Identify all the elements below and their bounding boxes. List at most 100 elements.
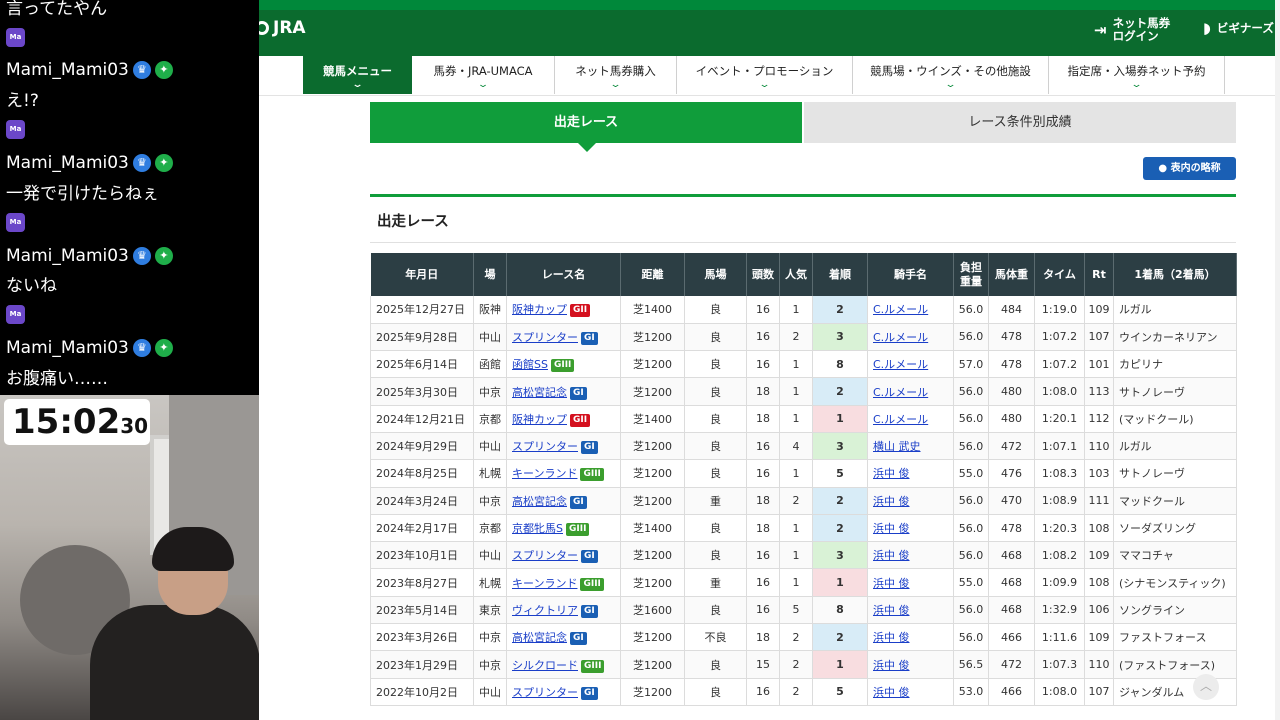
table-row: 2024年9月29日 中山 スプリンター GI 芝1200 良 16 4 3 横山 武史 56.0 4… [370,432,1237,461]
winner-cell: サトノレーヴ [1113,377,1237,406]
star-icon: ✦ [154,339,173,357]
chat-username: Mami_Mami03 ♛ ✦ [6,338,173,358]
race-link[interactable]: スプリンター [512,440,578,453]
jockey-link[interactable]: C.ルメール [873,358,928,371]
winner-cell: (ファストフォース) [1113,650,1237,679]
race-link[interactable]: 高松宮記念 [512,386,567,399]
race-link[interactable]: ヴィクトリア [512,604,578,617]
winner-cell: ルガル [1113,296,1237,324]
timer-main: 15:02 [12,402,121,442]
jockey-link[interactable]: C.ルメール [873,303,928,316]
jockey-link[interactable]: 浜中 俊 [873,467,910,480]
finish-cell: 2 [812,623,868,652]
carried-weight-cell: 56.0 [953,432,989,461]
race-link[interactable]: 京都牝馬S [512,522,563,535]
race-link[interactable]: スプリンター [512,686,578,699]
popularity-cell: 2 [779,678,813,706]
net-login-link[interactable]: ⇥ ネット馬券 ログイン [1094,17,1170,43]
race-cell: 阪神カップ GII [506,405,621,433]
table-row: 2024年2月17日 京都 京都牝馬S GIII 芝1400 良 18 1 2 浜中 俊 56.0 4… [370,514,1237,543]
date-cell: 2023年1月29日 [370,650,474,679]
grade-badge: GI [570,495,587,509]
date-cell: 2025年9月28日 [370,323,474,352]
date-cell: 2025年3月30日 [370,377,474,406]
stream-timer: 15:0230 [4,399,150,445]
jockey-link[interactable]: C.ルメール [873,331,928,344]
field-size-cell: 16 [746,350,780,379]
jra-logo[interactable]: JRA [259,18,306,38]
beginners-link[interactable]: ◗ ビギナーズ [1203,19,1274,37]
field-size-cell: 16 [746,541,780,570]
user-badge-icon: Ma [6,213,25,232]
jockey-link[interactable]: 浜中 俊 [873,659,910,672]
race-cell: 函館SS GIII [506,350,621,379]
race-link[interactable]: キーンランド [512,577,577,590]
beginner-mark-icon: ◗ [1203,19,1211,37]
popularity-cell: 2 [779,323,813,352]
nav-reserved-seat[interactable]: 指定席・入場券ネット予約 ⌄ [1049,56,1225,94]
jockey-cell: C.ルメール [867,377,954,406]
finish-cell: 8 [812,596,868,625]
race-link[interactable]: 阪神カップ [512,303,567,316]
time-cell: 1:07.2 [1034,323,1085,352]
track-cell: 良 [684,596,747,625]
date-cell: 2024年8月25日 [370,459,474,488]
table-row: 2022年10月2日 中山 スプリンター GI 芝1200 良 16 2 5 浜中 俊 53.0 46… [370,678,1237,706]
login-icon: ⇥ [1094,20,1107,39]
body-weight-cell: 478 [988,514,1035,543]
table-row: 2023年1月29日 中京 シルクロード GIII 芝1200 良 15 2 1 浜中 俊 56.5… [370,650,1237,679]
track-cell: 良 [684,350,747,379]
jockey-link[interactable]: 浜中 俊 [873,522,910,535]
date-cell: 2023年5月14日 [370,596,474,625]
column-header: 1着馬（2着馬） [1113,253,1237,296]
jockey-link[interactable]: 浜中 俊 [873,577,910,590]
net-login-label: ネット馬券 ログイン [1112,16,1171,43]
finish-cell: 1 [812,568,868,597]
scroll-to-top-button[interactable]: ︿ [1193,674,1219,700]
tab-condition-results[interactable]: レース条件別成績 [804,102,1236,143]
finish-cell: 5 [812,459,868,488]
race-cell: 京都牝馬S GIII [506,514,621,543]
finish-cell: 2 [812,487,868,515]
carried-weight-cell: 56.0 [953,405,989,433]
jockey-link[interactable]: 浜中 俊 [873,631,910,644]
jockey-link[interactable]: C.ルメール [873,413,928,426]
race-link[interactable]: スプリンター [512,331,578,344]
popularity-cell: 1 [779,514,813,543]
column-header: レース名 [506,253,621,296]
race-link[interactable]: 高松宮記念 [512,631,567,644]
venue-cell: 京都 [473,405,507,433]
venue-cell: 中山 [473,678,507,706]
race-link[interactable]: 阪神カップ [512,413,567,426]
race-link[interactable]: シルクロード [512,659,578,672]
race-link[interactable]: スプリンター [512,549,578,562]
jockey-link[interactable]: 浜中 俊 [873,686,910,699]
winner-cell: ソーダズリング [1113,514,1237,543]
date-cell: 2025年6月14日 [370,350,474,379]
jockey-cell: C.ルメール [867,405,954,433]
carried-weight-cell: 56.0 [953,541,989,570]
race-link[interactable]: キーンランド [512,467,577,480]
finish-cell: 5 [812,678,868,706]
carried-weight-cell: 55.0 [953,459,989,488]
race-link[interactable]: 函館SS [512,358,548,371]
jockey-link[interactable]: 横山 武史 [873,440,921,453]
field-size-cell: 16 [746,296,780,324]
table-row: 2025年6月14日 函館 函館SS GIII 芝1200 良 16 1 8 C.ルメール 57.0… [370,350,1237,379]
jockey-link[interactable]: 浜中 俊 [873,604,910,617]
winner-cell: ママコチャ [1113,541,1237,570]
crown-icon: ♛ [132,247,151,265]
jockey-link[interactable]: 浜中 俊 [873,549,910,562]
race-link[interactable]: 高松宮記念 [512,495,567,508]
jockey-link[interactable]: 浜中 俊 [873,495,910,508]
body-weight-cell: 480 [988,405,1035,433]
body-weight-cell: 472 [988,650,1035,679]
abbreviation-legend-button[interactable]: ● 表内の略称 [1143,157,1236,180]
page-scrollbar[interactable] [1275,0,1280,720]
carried-weight-cell: 56.0 [953,487,989,515]
time-cell: 1:07.1 [1034,432,1085,461]
tab-entered-races[interactable]: 出走レース [370,102,802,143]
date-cell: 2024年3月24日 [370,487,474,515]
time-cell: 1:19.0 [1034,296,1085,324]
jockey-link[interactable]: C.ルメール [873,386,928,399]
